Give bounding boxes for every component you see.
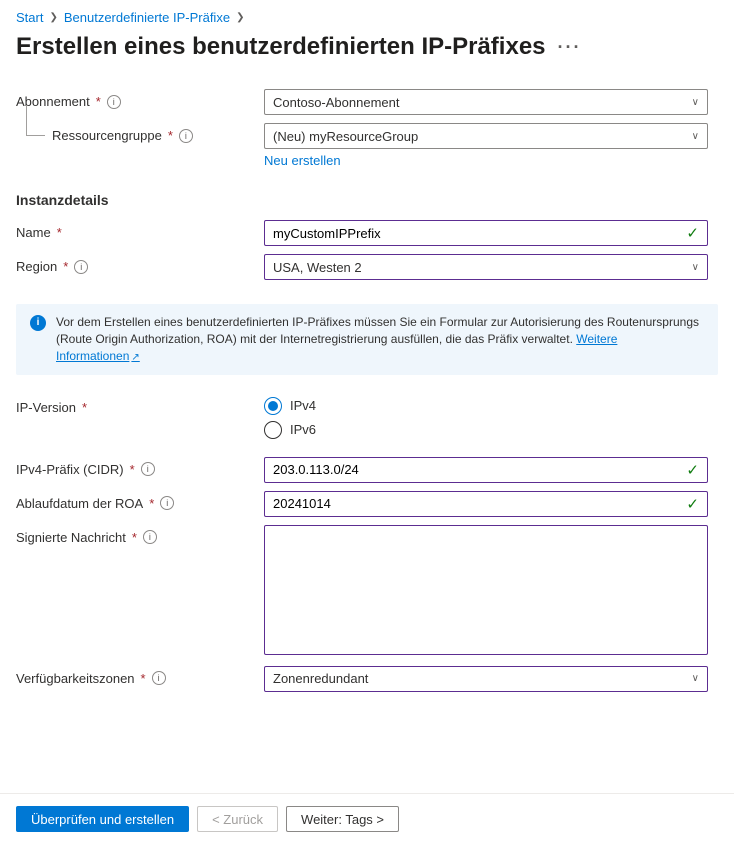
name-input[interactable] — [273, 226, 680, 241]
subscription-value: Contoso-Abonnement — [273, 95, 399, 110]
availabilityzones-value: Zonenredundant — [273, 671, 368, 686]
info-icon[interactable]: i — [143, 530, 157, 544]
checkmark-icon: ✓ — [686, 224, 699, 242]
name-label: Name* — [16, 220, 264, 240]
info-icon[interactable]: i — [179, 129, 193, 143]
signedmessage-label: Signierte Nachricht* i — [16, 525, 264, 545]
info-icon[interactable]: i — [152, 671, 166, 685]
roa-info-banner: i Vor dem Erstellen eines benutzerdefini… — [16, 304, 718, 375]
instance-details-header: Instanzdetails — [16, 192, 718, 208]
chevron-down-icon: ∨ — [692, 131, 699, 142]
ipv4prefix-label: IPv4-Präfix (CIDR)* i — [16, 457, 264, 477]
availabilityzones-label: Verfügbarkeitszonen* i — [16, 666, 264, 686]
back-button: < Zurück — [197, 806, 278, 832]
roaexpiry-label: Ablaufdatum der ROA* i — [16, 491, 264, 511]
create-new-link[interactable]: Neu erstellen — [264, 153, 341, 168]
info-filled-icon: i — [30, 315, 46, 331]
ipv4-label: IPv4 — [290, 398, 316, 413]
resourcegroup-select[interactable]: (Neu) myResourceGroup ∨ — [264, 123, 708, 149]
resourcegroup-label: Ressourcengruppe* i — [16, 123, 264, 143]
info-icon[interactable]: i — [107, 95, 121, 109]
info-icon[interactable]: i — [160, 496, 174, 510]
page-title-text: Erstellen eines benutzerdefinierten IP-P… — [16, 33, 546, 61]
name-input-wrapper: ✓ — [264, 220, 708, 246]
subscription-label: Abonnement* i — [16, 89, 264, 109]
checkmark-icon: ✓ — [686, 461, 699, 479]
chevron-down-icon: ∨ — [692, 262, 699, 273]
chevron-right-icon: ❯ — [49, 12, 57, 23]
page-title: Erstellen eines benutzerdefinierten IP-P… — [16, 33, 718, 61]
signedmessage-textarea[interactable] — [264, 525, 708, 655]
ipv4prefix-input[interactable] — [273, 462, 680, 477]
info-icon[interactable]: i — [141, 462, 155, 476]
external-link-icon: ↗ — [131, 352, 139, 363]
radio-unchecked-icon — [264, 421, 282, 439]
roaexpiry-input[interactable] — [273, 496, 680, 511]
breadcrumb: Start ❯ Benutzerdefinierte IP-Präfixe ❯ — [16, 10, 718, 25]
ipversion-label: IP-Version* — [16, 395, 264, 415]
roaexpiry-input-wrapper: ✓ — [264, 491, 708, 517]
region-label: Region* i — [16, 254, 264, 274]
chevron-down-icon: ∨ — [692, 673, 699, 684]
region-select[interactable]: USA, Westen 2 ∨ — [264, 254, 708, 280]
chevron-right-icon: ❯ — [236, 12, 244, 23]
chevron-down-icon: ∨ — [692, 97, 699, 108]
resourcegroup-value: (Neu) myResourceGroup — [273, 129, 418, 144]
next-tags-button[interactable]: Weiter: Tags > — [286, 806, 399, 832]
availabilityzones-select[interactable]: Zonenredundant ∨ — [264, 666, 708, 692]
more-actions-icon[interactable]: ··· — [558, 37, 582, 58]
breadcrumb-start[interactable]: Start — [16, 10, 43, 25]
subscription-select[interactable]: Contoso-Abonnement ∨ — [264, 89, 708, 115]
ipv6-radio[interactable]: IPv6 — [264, 421, 708, 439]
region-value: USA, Westen 2 — [273, 260, 362, 275]
review-create-button[interactable]: Überprüfen und erstellen — [16, 806, 189, 832]
info-icon[interactable]: i — [74, 260, 88, 274]
radio-checked-icon — [264, 397, 282, 415]
ipv4-radio[interactable]: IPv4 — [264, 397, 708, 415]
footer-bar: Überprüfen und erstellen < Zurück Weiter… — [0, 793, 734, 844]
ipv6-label: IPv6 — [290, 422, 316, 437]
breadcrumb-custom-ip[interactable]: Benutzerdefinierte IP-Präfixe — [64, 10, 230, 25]
checkmark-icon: ✓ — [686, 495, 699, 513]
ipv4prefix-input-wrapper: ✓ — [264, 457, 708, 483]
